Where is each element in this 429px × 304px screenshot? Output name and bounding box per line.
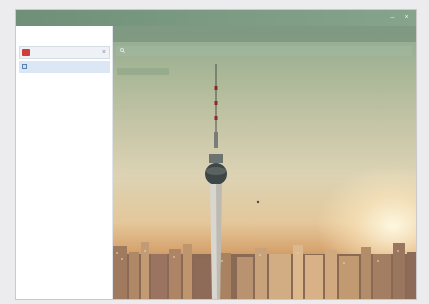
- tv-tower-image: [205, 64, 260, 299]
- sidebar-item-notebook[interactable]: ×: [19, 46, 110, 59]
- close-icon[interactable]: ×: [402, 13, 411, 22]
- title-bar: – ×: [16, 10, 416, 26]
- section-icon: [22, 64, 27, 69]
- page-header: [113, 26, 416, 42]
- sidebar: ×: [16, 26, 113, 299]
- note-content[interactable]: [113, 26, 416, 299]
- minimize-icon[interactable]: –: [388, 13, 397, 22]
- search-icon: [120, 48, 125, 53]
- tag-chip[interactable]: [117, 68, 169, 75]
- search-input[interactable]: [116, 46, 412, 56]
- notebook-close-icon[interactable]: ×: [102, 48, 106, 57]
- app-window: – × ×: [15, 9, 417, 300]
- notebook-icon: [22, 49, 30, 56]
- sidebar-item-section[interactable]: [19, 61, 110, 73]
